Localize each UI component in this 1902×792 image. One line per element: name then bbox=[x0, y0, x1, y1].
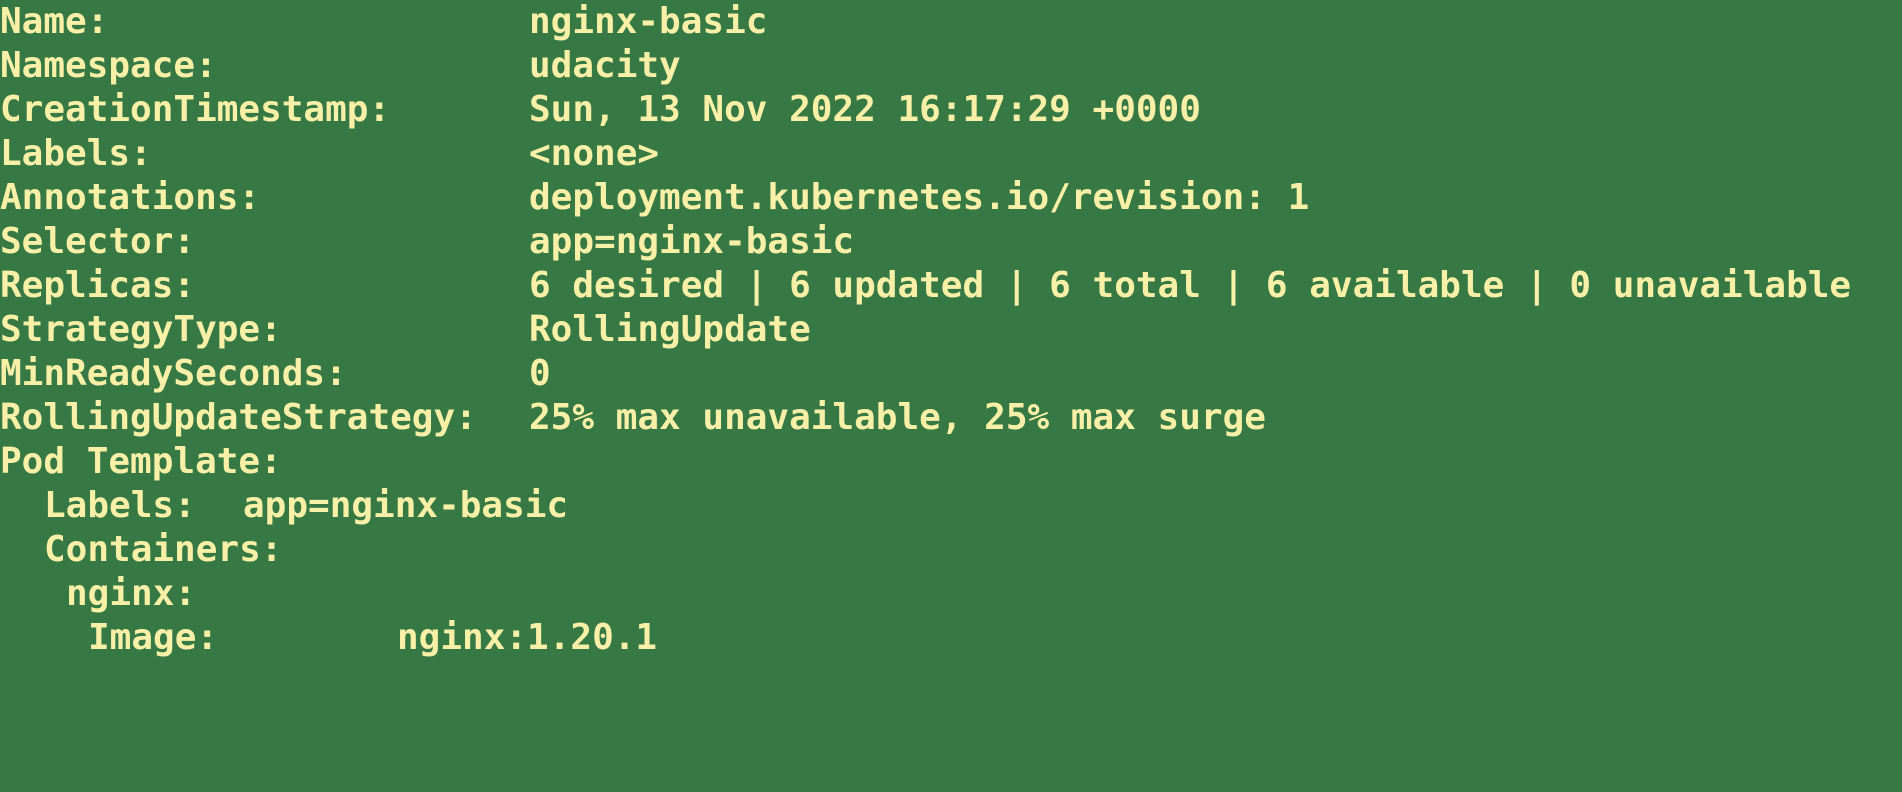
field-key: Annotations: bbox=[0, 177, 261, 218]
field-value: 25% max unavailable, 25% max surge bbox=[529, 397, 1266, 438]
field-value: nginx:1.20.1 bbox=[397, 617, 658, 658]
field-value: 6 desired | 6 updated | 6 total | 6 avai… bbox=[529, 265, 1852, 306]
field-rolling-update-strategy: RollingUpdateStrategy: 25% max unavailab… bbox=[0, 396, 1902, 440]
field-value: Sun, 13 Nov 2022 16:17:29 +0000 bbox=[529, 89, 1201, 130]
field-replicas: Replicas: 6 desired | 6 updated | 6 tota… bbox=[0, 264, 1902, 308]
pod-template-labels: Labels: app=nginx-basic bbox=[0, 484, 1902, 528]
field-selector: Selector: app=nginx-basic bbox=[0, 220, 1902, 264]
field-min-ready-seconds: MinReadySeconds: 0 bbox=[0, 352, 1902, 396]
container-nginx-header: nginx: bbox=[0, 572, 1902, 616]
field-key: Image: bbox=[88, 617, 219, 658]
section-header: Pod Template: bbox=[0, 441, 282, 482]
field-key: Namespace: bbox=[0, 45, 217, 86]
field-value: nginx-basic bbox=[529, 1, 768, 42]
pod-template-header: Pod Template: bbox=[0, 440, 1902, 484]
field-value: app=nginx-basic bbox=[243, 485, 569, 526]
field-value: app=nginx-basic bbox=[529, 221, 855, 262]
field-key: Labels: bbox=[0, 133, 152, 174]
field-key: Replicas: bbox=[0, 265, 196, 306]
field-labels: Labels: <none> bbox=[0, 132, 1902, 176]
field-namespace: Namespace: udacity bbox=[0, 44, 1902, 88]
field-key: Name: bbox=[0, 1, 109, 42]
field-value: 0 bbox=[529, 353, 551, 394]
field-key: CreationTimestamp: bbox=[0, 89, 391, 130]
field-annotations: Annotations: deployment.kubernetes.io/re… bbox=[0, 176, 1902, 220]
field-key: Selector: bbox=[0, 221, 196, 262]
containers-header: Containers: bbox=[0, 528, 1902, 572]
field-key: RollingUpdateStrategy: bbox=[0, 397, 477, 438]
field-key: Labels: bbox=[44, 485, 196, 526]
field-value: deployment.kubernetes.io/revision: 1 bbox=[529, 177, 1310, 218]
field-key: MinReadySeconds: bbox=[0, 353, 347, 394]
field-value: RollingUpdate bbox=[529, 309, 811, 350]
field-value: udacity bbox=[529, 45, 681, 86]
field-key: StrategyType: bbox=[0, 309, 282, 350]
section-header: Containers: bbox=[44, 529, 283, 570]
terminal-output: Name: nginx-basic Namespace: udacity Cre… bbox=[0, 0, 1902, 666]
container-name: nginx: bbox=[66, 573, 197, 614]
field-value: <none> bbox=[529, 133, 660, 174]
container-nginx-image: Image: nginx:1.20.1 bbox=[0, 616, 1902, 660]
field-creation-timestamp: CreationTimestamp: Sun, 13 Nov 2022 16:1… bbox=[0, 88, 1902, 132]
field-strategy-type: StrategyType: RollingUpdate bbox=[0, 308, 1902, 352]
field-name: Name: nginx-basic bbox=[0, 0, 1902, 44]
